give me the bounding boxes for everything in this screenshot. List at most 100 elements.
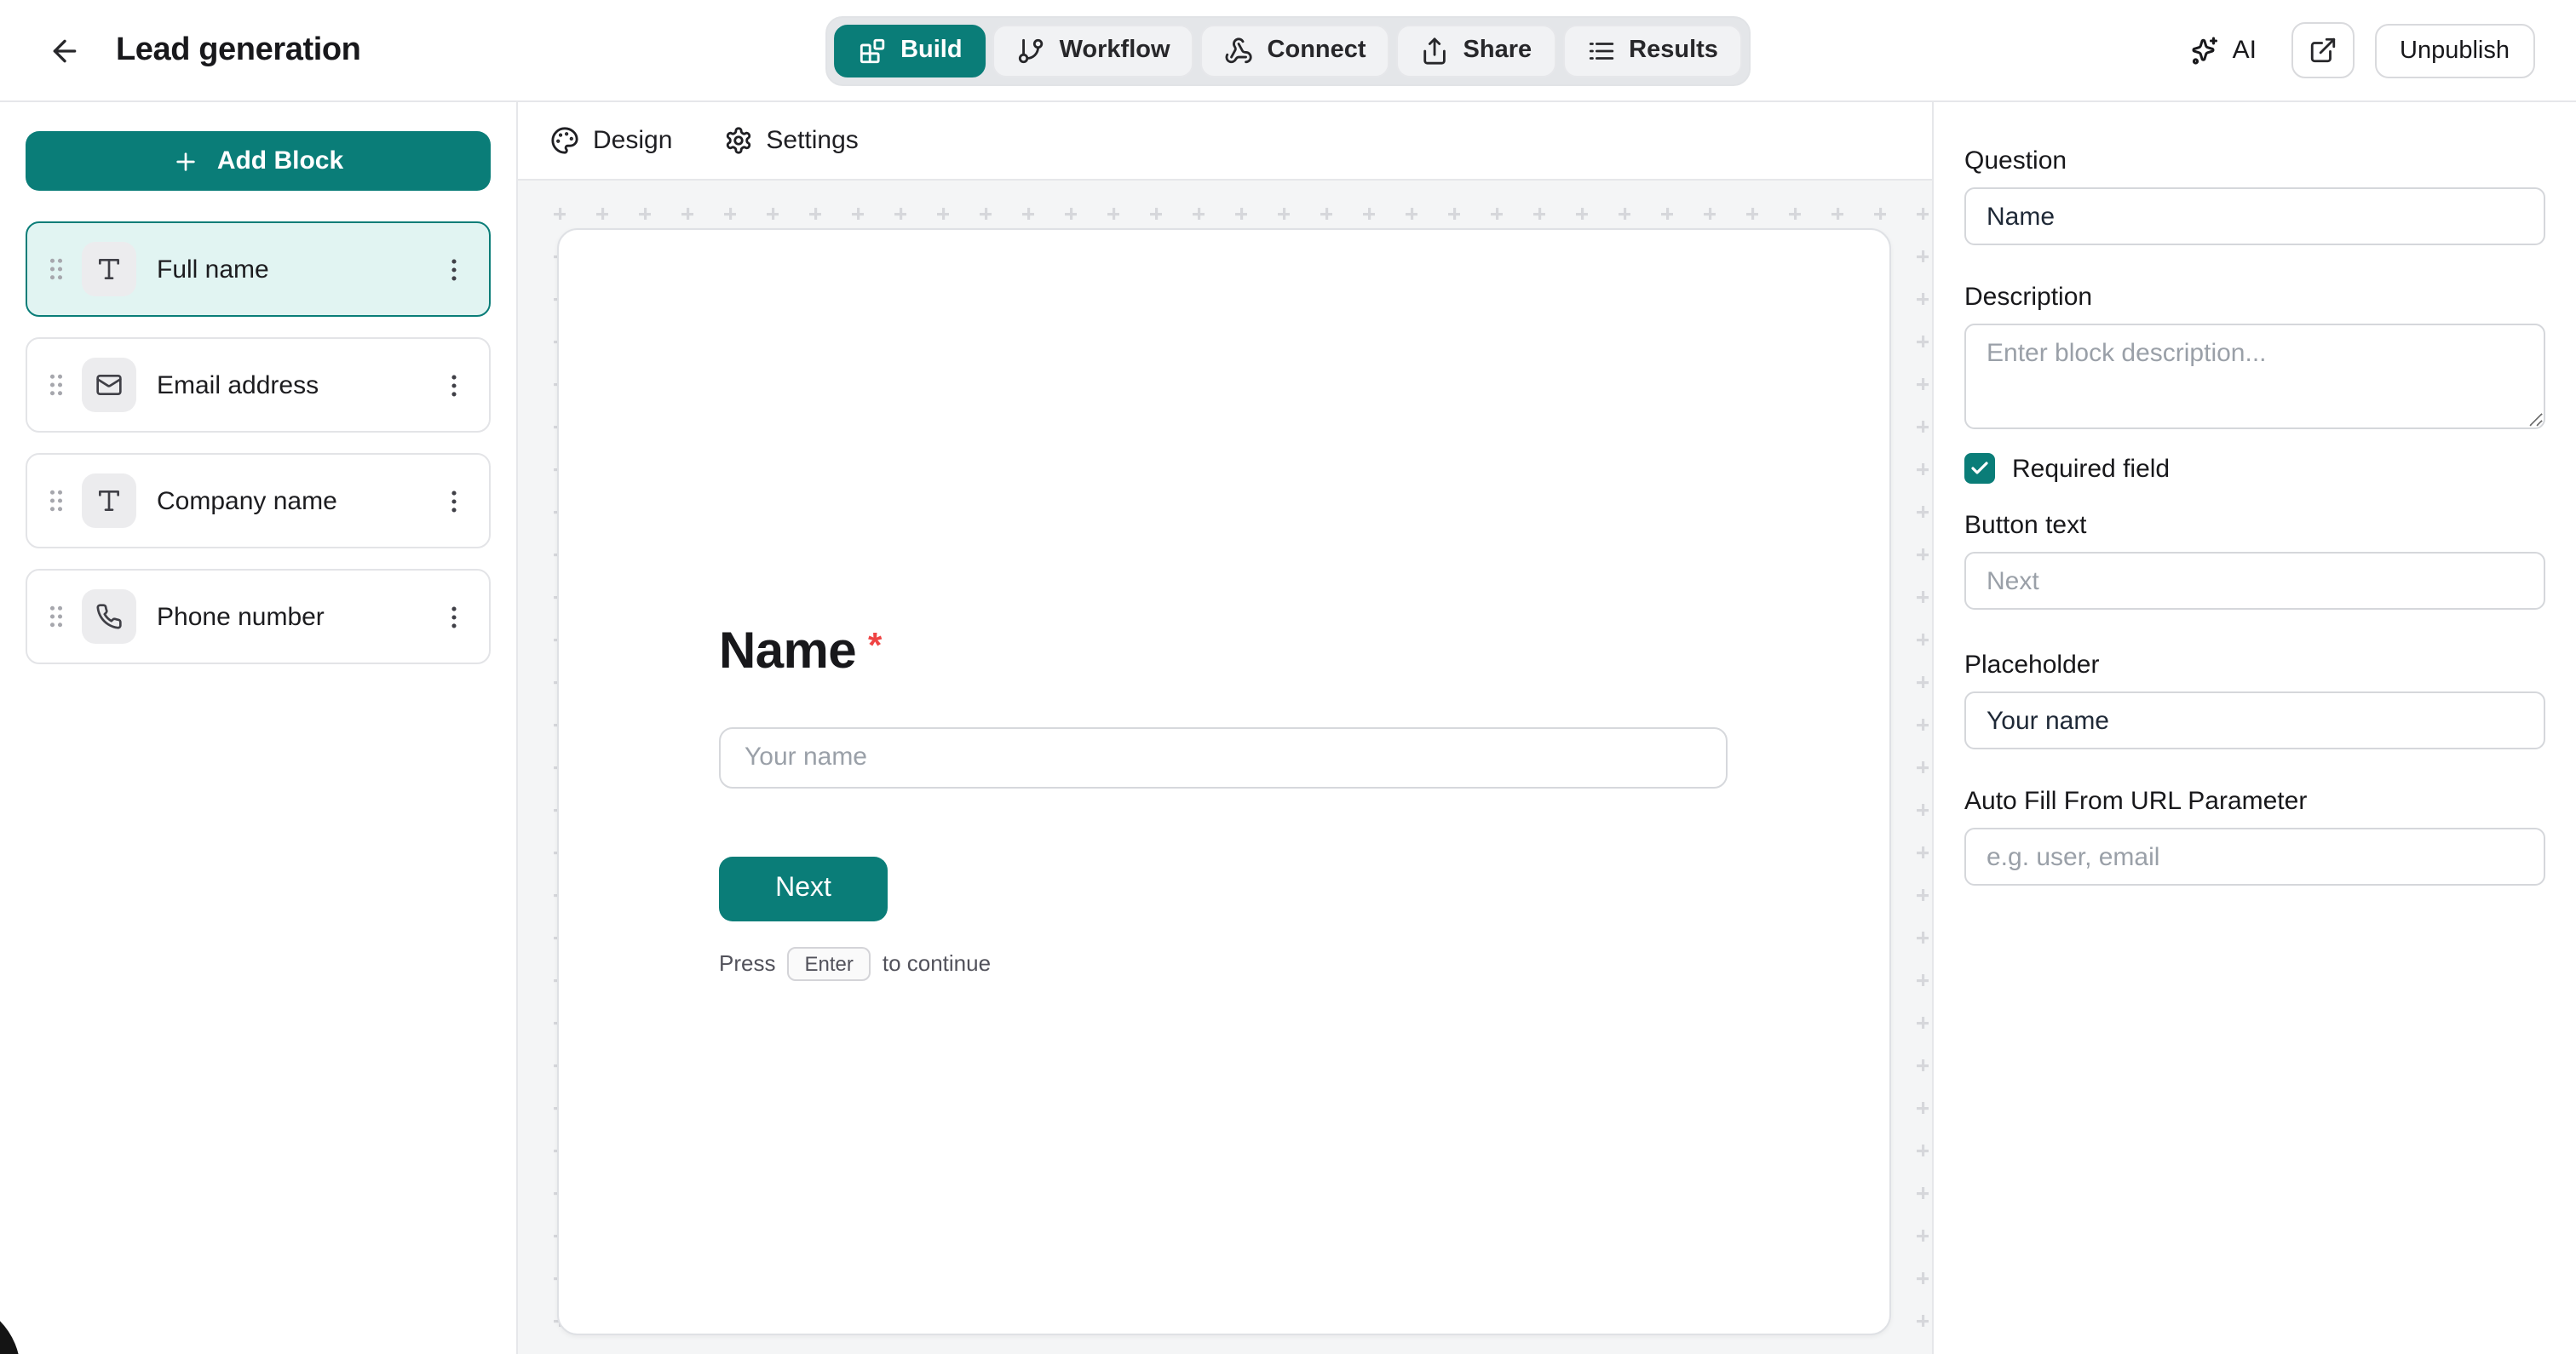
plus-mark: [1193, 208, 1205, 220]
grip-icon[interactable]: [37, 596, 75, 637]
block-label: Email address: [157, 370, 433, 399]
main-area: Add Block Full name: [0, 102, 2576, 1354]
topbar-actions: AI Unpublish: [2176, 22, 2535, 78]
plus-mark: [681, 208, 693, 220]
plus-mark: [1917, 378, 1929, 390]
design-button[interactable]: Design: [550, 126, 672, 155]
plus-mark: [1022, 208, 1034, 220]
plus-mark: [1917, 634, 1929, 645]
plus-mark: [1661, 208, 1673, 220]
required-checkbox[interactable]: [1964, 453, 1995, 484]
page-title: Lead generation: [116, 32, 361, 69]
unpublish-button[interactable]: Unpublish: [2374, 23, 2535, 77]
plus-mark: [1917, 336, 1929, 347]
plus-mark: [1576, 208, 1588, 220]
main-tab-group: Build Workflow Connect Share: [825, 15, 1751, 85]
plus-mark: [639, 208, 651, 220]
block-card-company-name[interactable]: Company name: [26, 453, 491, 548]
grip-icon[interactable]: [37, 364, 75, 405]
grip-icon[interactable]: [37, 480, 75, 521]
mail-icon: [82, 358, 136, 412]
kebab-menu-icon[interactable]: [433, 596, 474, 637]
question-input[interactable]: [1964, 187, 2545, 245]
plus-mark: [1150, 208, 1162, 220]
add-block-button[interactable]: Add Block: [26, 131, 491, 191]
kebab-menu-icon[interactable]: [433, 364, 474, 405]
sparkles-icon: [2190, 35, 2221, 66]
plus-mark: [1107, 208, 1119, 220]
block-card-full-name[interactable]: Full name: [26, 221, 491, 317]
tab-connect[interactable]: Connect: [1201, 24, 1390, 77]
add-block-label: Add Block: [217, 146, 343, 175]
plus-mark: [937, 208, 949, 220]
plus-mark: [1917, 293, 1929, 305]
plus-mark: [1917, 932, 1929, 944]
plus-mark: [1065, 208, 1077, 220]
plus-mark: [980, 208, 992, 220]
plus-mark: [1917, 761, 1929, 773]
placeholder-input[interactable]: [1964, 691, 2545, 749]
preview-next-button[interactable]: Next: [719, 856, 888, 921]
plus-mark: [1491, 208, 1503, 220]
type-icon: [82, 242, 136, 296]
tab-workflow[interactable]: Workflow: [993, 24, 1194, 77]
settings-label: Settings: [766, 126, 858, 155]
press-text: Press: [719, 950, 775, 976]
block-label: Phone number: [157, 602, 433, 631]
canvas: Name * Next Press Enter to continue: [518, 181, 1932, 1354]
preview-answer-input[interactable]: [719, 726, 1728, 788]
type-icon: [82, 473, 136, 528]
kebab-menu-icon[interactable]: [433, 480, 474, 521]
plus-mark: [852, 208, 864, 220]
git-branch-icon: [1017, 36, 1046, 65]
app-window: Lead generation Build Workflow Connect: [0, 0, 2576, 1354]
share-icon: [1421, 36, 1450, 65]
form-preview-card[interactable]: Name * Next Press Enter to continue: [557, 228, 1891, 1335]
plus-mark: [1320, 208, 1332, 220]
required-asterisk: *: [868, 627, 882, 668]
ai-button[interactable]: AI: [2176, 25, 2270, 76]
plus-mark: [1917, 719, 1929, 731]
open-external-button[interactable]: [2291, 22, 2354, 78]
tab-label: Connect: [1268, 37, 1366, 64]
tab-share[interactable]: Share: [1397, 24, 1556, 77]
tab-results[interactable]: Results: [1562, 24, 1742, 77]
phone-icon: [82, 589, 136, 644]
plus-mark: [1917, 548, 1929, 560]
palette-icon: [550, 126, 579, 155]
plus-mark: [596, 208, 608, 220]
plus-mark: [1917, 421, 1929, 433]
plus-mark: [1917, 1102, 1929, 1114]
block-card-email-address[interactable]: Email address: [26, 337, 491, 433]
plus-mark: [809, 208, 821, 220]
plus-icon: [173, 147, 200, 175]
plus-mark: [1448, 208, 1460, 220]
plus-mark: [1917, 676, 1929, 688]
canvas-toolbar: Design Settings: [518, 102, 1932, 181]
plus-mark: [1917, 208, 1929, 220]
settings-button[interactable]: Settings: [723, 126, 858, 155]
plus-mark: [1746, 208, 1758, 220]
back-button[interactable]: [41, 26, 89, 74]
plus-mark: [1917, 463, 1929, 475]
plus-mark: [1874, 208, 1886, 220]
autofill-input[interactable]: [1964, 828, 2545, 886]
plus-mark: [724, 208, 736, 220]
tab-build[interactable]: Build: [834, 24, 986, 77]
description-textarea[interactable]: [1964, 324, 2545, 429]
plus-mark: [1917, 506, 1929, 518]
tab-label: Share: [1463, 37, 1532, 64]
plus-mark: [1917, 591, 1929, 603]
plus-mark: [1917, 1059, 1929, 1071]
plus-mark: [1278, 208, 1290, 220]
button-text-input[interactable]: [1964, 552, 2545, 610]
block-card-phone-number[interactable]: Phone number: [26, 569, 491, 664]
autofill-label: Auto Fill From URL Parameter: [1964, 787, 2545, 816]
kebab-menu-icon[interactable]: [433, 249, 474, 290]
plus-mark: [1917, 804, 1929, 816]
grip-icon[interactable]: [37, 249, 75, 290]
plus-mark: [894, 208, 906, 220]
external-link-icon: [2308, 36, 2337, 65]
question-row: Name *: [719, 623, 1889, 682]
press-enter-hint: Press Enter to continue: [719, 946, 1889, 980]
